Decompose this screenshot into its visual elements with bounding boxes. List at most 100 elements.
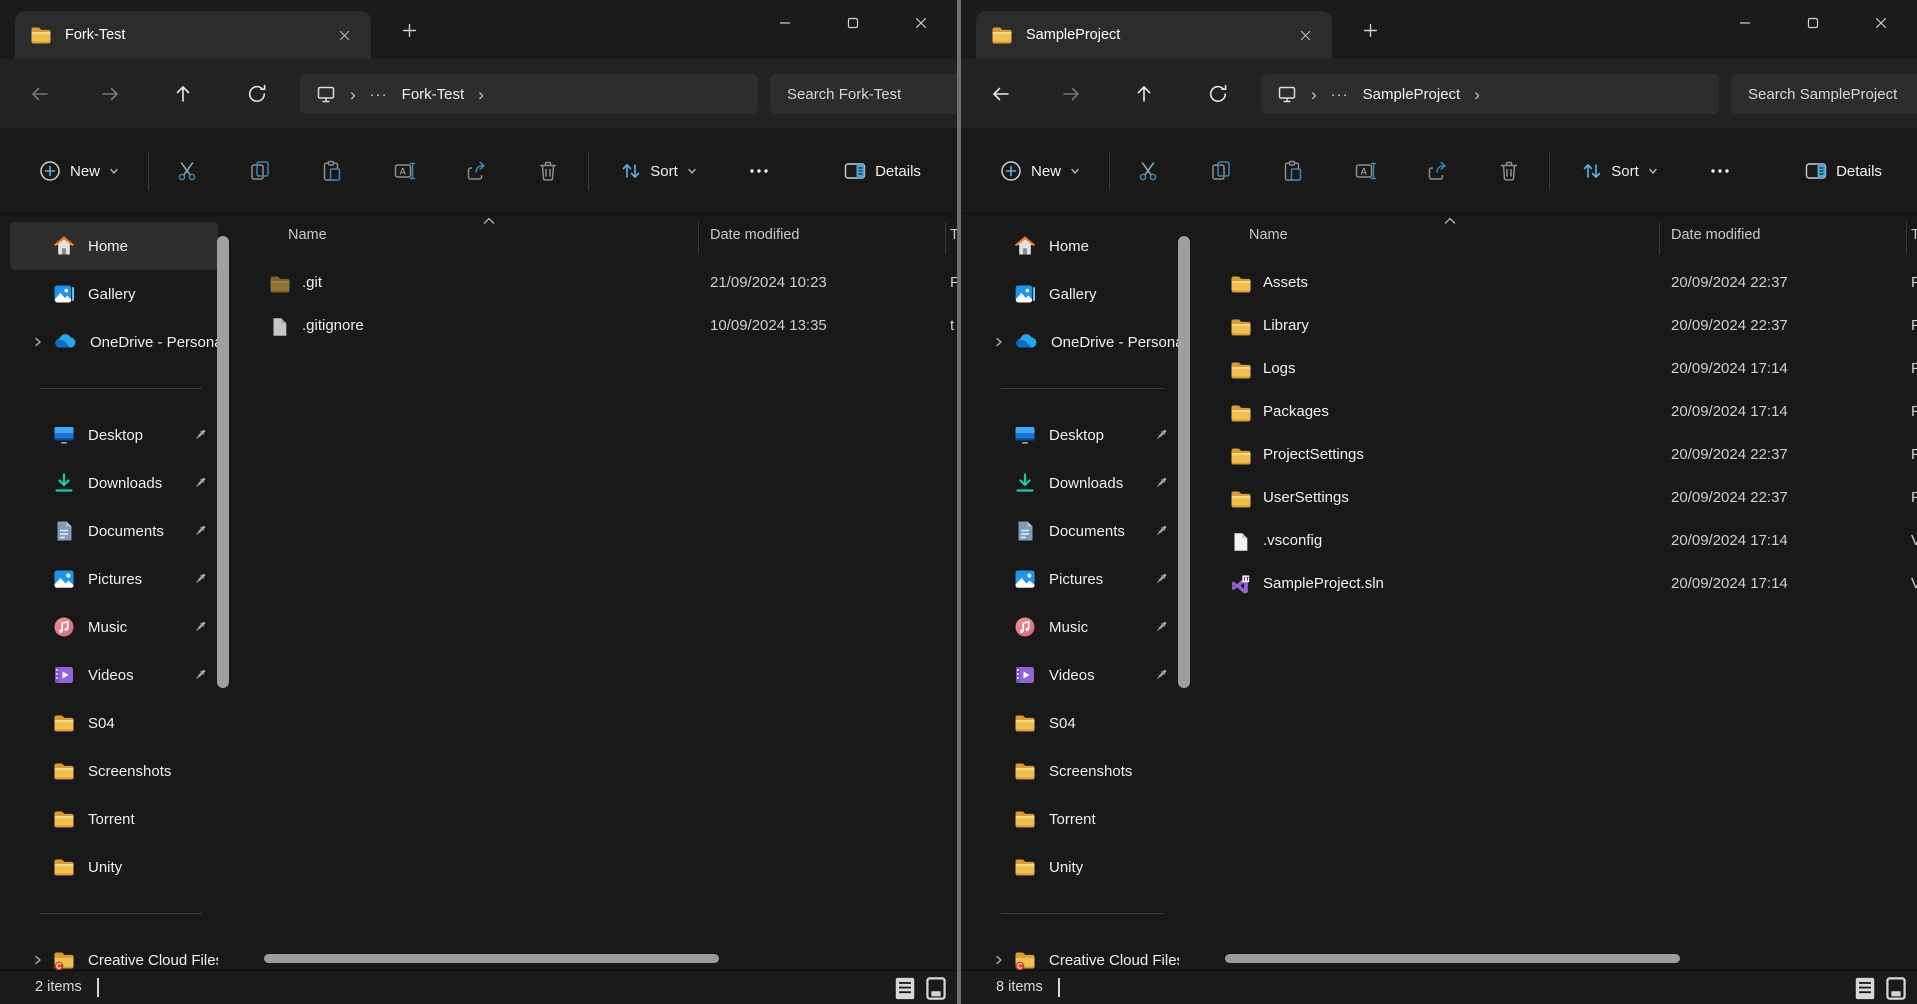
cut-button[interactable] xyxy=(165,149,209,193)
share-button[interactable] xyxy=(454,149,498,193)
sidebar-item-pictures[interactable]: Pictures xyxy=(971,555,1179,603)
share-button[interactable] xyxy=(1415,149,1459,193)
expand-chevron-icon[interactable] xyxy=(32,336,44,348)
file-row[interactable]: UserSettings 20/09/2024 22:37 F xyxy=(1193,478,1917,521)
sidebar-item-music[interactable]: Music xyxy=(971,603,1179,651)
column-divider[interactable] xyxy=(1906,222,1907,254)
sidebar-item-onedrive-personal[interactable]: OneDrive - Personal xyxy=(10,318,218,366)
sidebar-item-unity[interactable]: Unity xyxy=(971,843,1179,891)
sidebar-item-music[interactable]: Music xyxy=(10,603,218,651)
sidebar-item-creative-cloud-files[interactable]: Creative Cloud Files xyxy=(971,936,1179,970)
sidebar-item-gallery[interactable]: Gallery xyxy=(10,270,218,318)
sidebar-item-documents[interactable]: Documents xyxy=(10,507,218,555)
sidebar-item-home[interactable]: Home xyxy=(10,222,218,270)
sidebar-item-screenshots[interactable]: Screenshots xyxy=(971,747,1179,795)
up-button[interactable] xyxy=(1121,74,1167,114)
address-bar[interactable]: › ··· SampleProject › xyxy=(1261,74,1719,114)
column-header-date-modified[interactable]: Date modified xyxy=(710,227,799,243)
column-divider[interactable] xyxy=(1659,222,1660,254)
details-view-button[interactable] xyxy=(893,975,917,1002)
maximize-button[interactable] xyxy=(830,0,876,46)
expand-chevron-icon[interactable] xyxy=(993,954,1005,966)
delete-button[interactable] xyxy=(1487,149,1531,193)
tab-close-button[interactable] xyxy=(331,22,357,48)
refresh-button[interactable] xyxy=(234,74,280,114)
sidebar-item-torrent[interactable]: Torrent xyxy=(10,795,218,843)
details-pane-button[interactable]: Details xyxy=(824,149,940,193)
sidebar-item-screenshots[interactable]: Screenshots xyxy=(10,747,218,795)
file-row[interactable]: .git 21/09/2024 10:23 F xyxy=(232,263,957,306)
forward-button[interactable] xyxy=(1048,74,1094,114)
minimize-button[interactable] xyxy=(762,0,808,46)
column-header-name[interactable]: Name xyxy=(1249,227,1288,243)
sidebar-item-home[interactable]: Home xyxy=(971,222,1179,270)
horizontal-scrollbar[interactable] xyxy=(264,954,719,963)
sidebar-item-onedrive-personal[interactable]: OneDrive - Personal xyxy=(971,318,1179,366)
refresh-button[interactable] xyxy=(1195,74,1241,114)
column-divider[interactable] xyxy=(945,222,946,254)
column-header-type[interactable]: T xyxy=(950,227,957,243)
address-bar[interactable]: › ··· Fork-Test › xyxy=(300,74,758,114)
cut-button[interactable] xyxy=(1126,149,1170,193)
sidebar-item-documents[interactable]: Documents xyxy=(971,507,1179,555)
search-input[interactable] xyxy=(1731,74,1917,114)
sidebar-scrollbar[interactable] xyxy=(217,236,229,688)
sort-button[interactable]: Sort xyxy=(606,149,712,193)
rename-button[interactable]: A xyxy=(1344,149,1388,193)
sidebar-item-unity[interactable]: Unity xyxy=(10,843,218,891)
back-button[interactable] xyxy=(17,74,63,114)
thumbnails-view-button[interactable] xyxy=(924,975,948,1002)
horizontal-scrollbar[interactable] xyxy=(1225,954,1680,963)
file-row[interactable]: SampleProject.sln 20/09/2024 17:14 V xyxy=(1193,564,1917,607)
column-header-date-modified[interactable]: Date modified xyxy=(1671,227,1760,243)
copy-button[interactable] xyxy=(1199,149,1243,193)
file-row[interactable]: ProjectSettings 20/09/2024 22:37 F xyxy=(1193,435,1917,478)
file-row[interactable]: .gitignore 10/09/2024 13:35 t xyxy=(232,306,957,349)
more-options-button[interactable] xyxy=(737,149,781,193)
sidebar-item-s04[interactable]: S04 xyxy=(10,699,218,747)
file-row[interactable]: .vsconfig 20/09/2024 17:14 V xyxy=(1193,521,1917,564)
close-button[interactable] xyxy=(898,0,944,46)
sidebar-item-downloads[interactable]: Downloads xyxy=(10,459,218,507)
explorer-tab[interactable]: SampleProject xyxy=(976,11,1332,59)
details-pane-button[interactable]: Details xyxy=(1785,149,1901,193)
expand-chevron-icon[interactable] xyxy=(993,336,1005,348)
search-box[interactable] xyxy=(1731,74,1917,114)
sidebar-item-videos[interactable]: Videos xyxy=(971,651,1179,699)
new-tab-button[interactable] xyxy=(392,13,426,47)
search-box[interactable] xyxy=(770,74,957,114)
paste-button[interactable] xyxy=(310,149,354,193)
expand-chevron-icon[interactable] xyxy=(32,954,44,966)
forward-button[interactable] xyxy=(87,74,133,114)
delete-button[interactable] xyxy=(526,149,570,193)
file-row[interactable]: Assets 20/09/2024 22:37 F xyxy=(1193,263,1917,306)
thumbnails-view-button[interactable] xyxy=(1884,975,1908,1002)
explorer-tab[interactable]: Fork-Test xyxy=(15,11,371,59)
back-button[interactable] xyxy=(978,74,1024,114)
new-button[interactable]: New xyxy=(20,149,138,193)
tab-close-button[interactable] xyxy=(1292,22,1318,48)
minimize-button[interactable] xyxy=(1722,0,1768,46)
sidebar-item-torrent[interactable]: Torrent xyxy=(971,795,1179,843)
column-header-type[interactable]: T xyxy=(1911,227,1917,243)
more-options-button[interactable] xyxy=(1698,149,1742,193)
sidebar-item-desktop[interactable]: Desktop xyxy=(971,411,1179,459)
rename-button[interactable]: A xyxy=(383,149,427,193)
sidebar-item-downloads[interactable]: Downloads xyxy=(971,459,1179,507)
sidebar-item-creative-cloud-files[interactable]: Creative Cloud Files xyxy=(10,936,218,970)
new-button[interactable]: New xyxy=(981,149,1099,193)
sidebar-scrollbar[interactable] xyxy=(1178,236,1190,688)
file-row[interactable]: Packages 20/09/2024 17:14 F xyxy=(1193,392,1917,435)
sidebar-item-s04[interactable]: S04 xyxy=(971,699,1179,747)
file-row[interactable]: Logs 20/09/2024 17:14 F xyxy=(1193,349,1917,392)
column-divider[interactable] xyxy=(698,222,699,254)
sidebar-item-gallery[interactable]: Gallery xyxy=(971,270,1179,318)
new-tab-button[interactable] xyxy=(1353,13,1387,47)
sort-button[interactable]: Sort xyxy=(1567,149,1673,193)
sidebar-item-desktop[interactable]: Desktop xyxy=(10,411,218,459)
file-row[interactable]: Library 20/09/2024 22:37 F xyxy=(1193,306,1917,349)
details-view-button[interactable] xyxy=(1853,975,1877,1002)
sidebar-item-videos[interactable]: Videos xyxy=(10,651,218,699)
paste-button[interactable] xyxy=(1271,149,1315,193)
column-header-name[interactable]: Name xyxy=(288,227,327,243)
